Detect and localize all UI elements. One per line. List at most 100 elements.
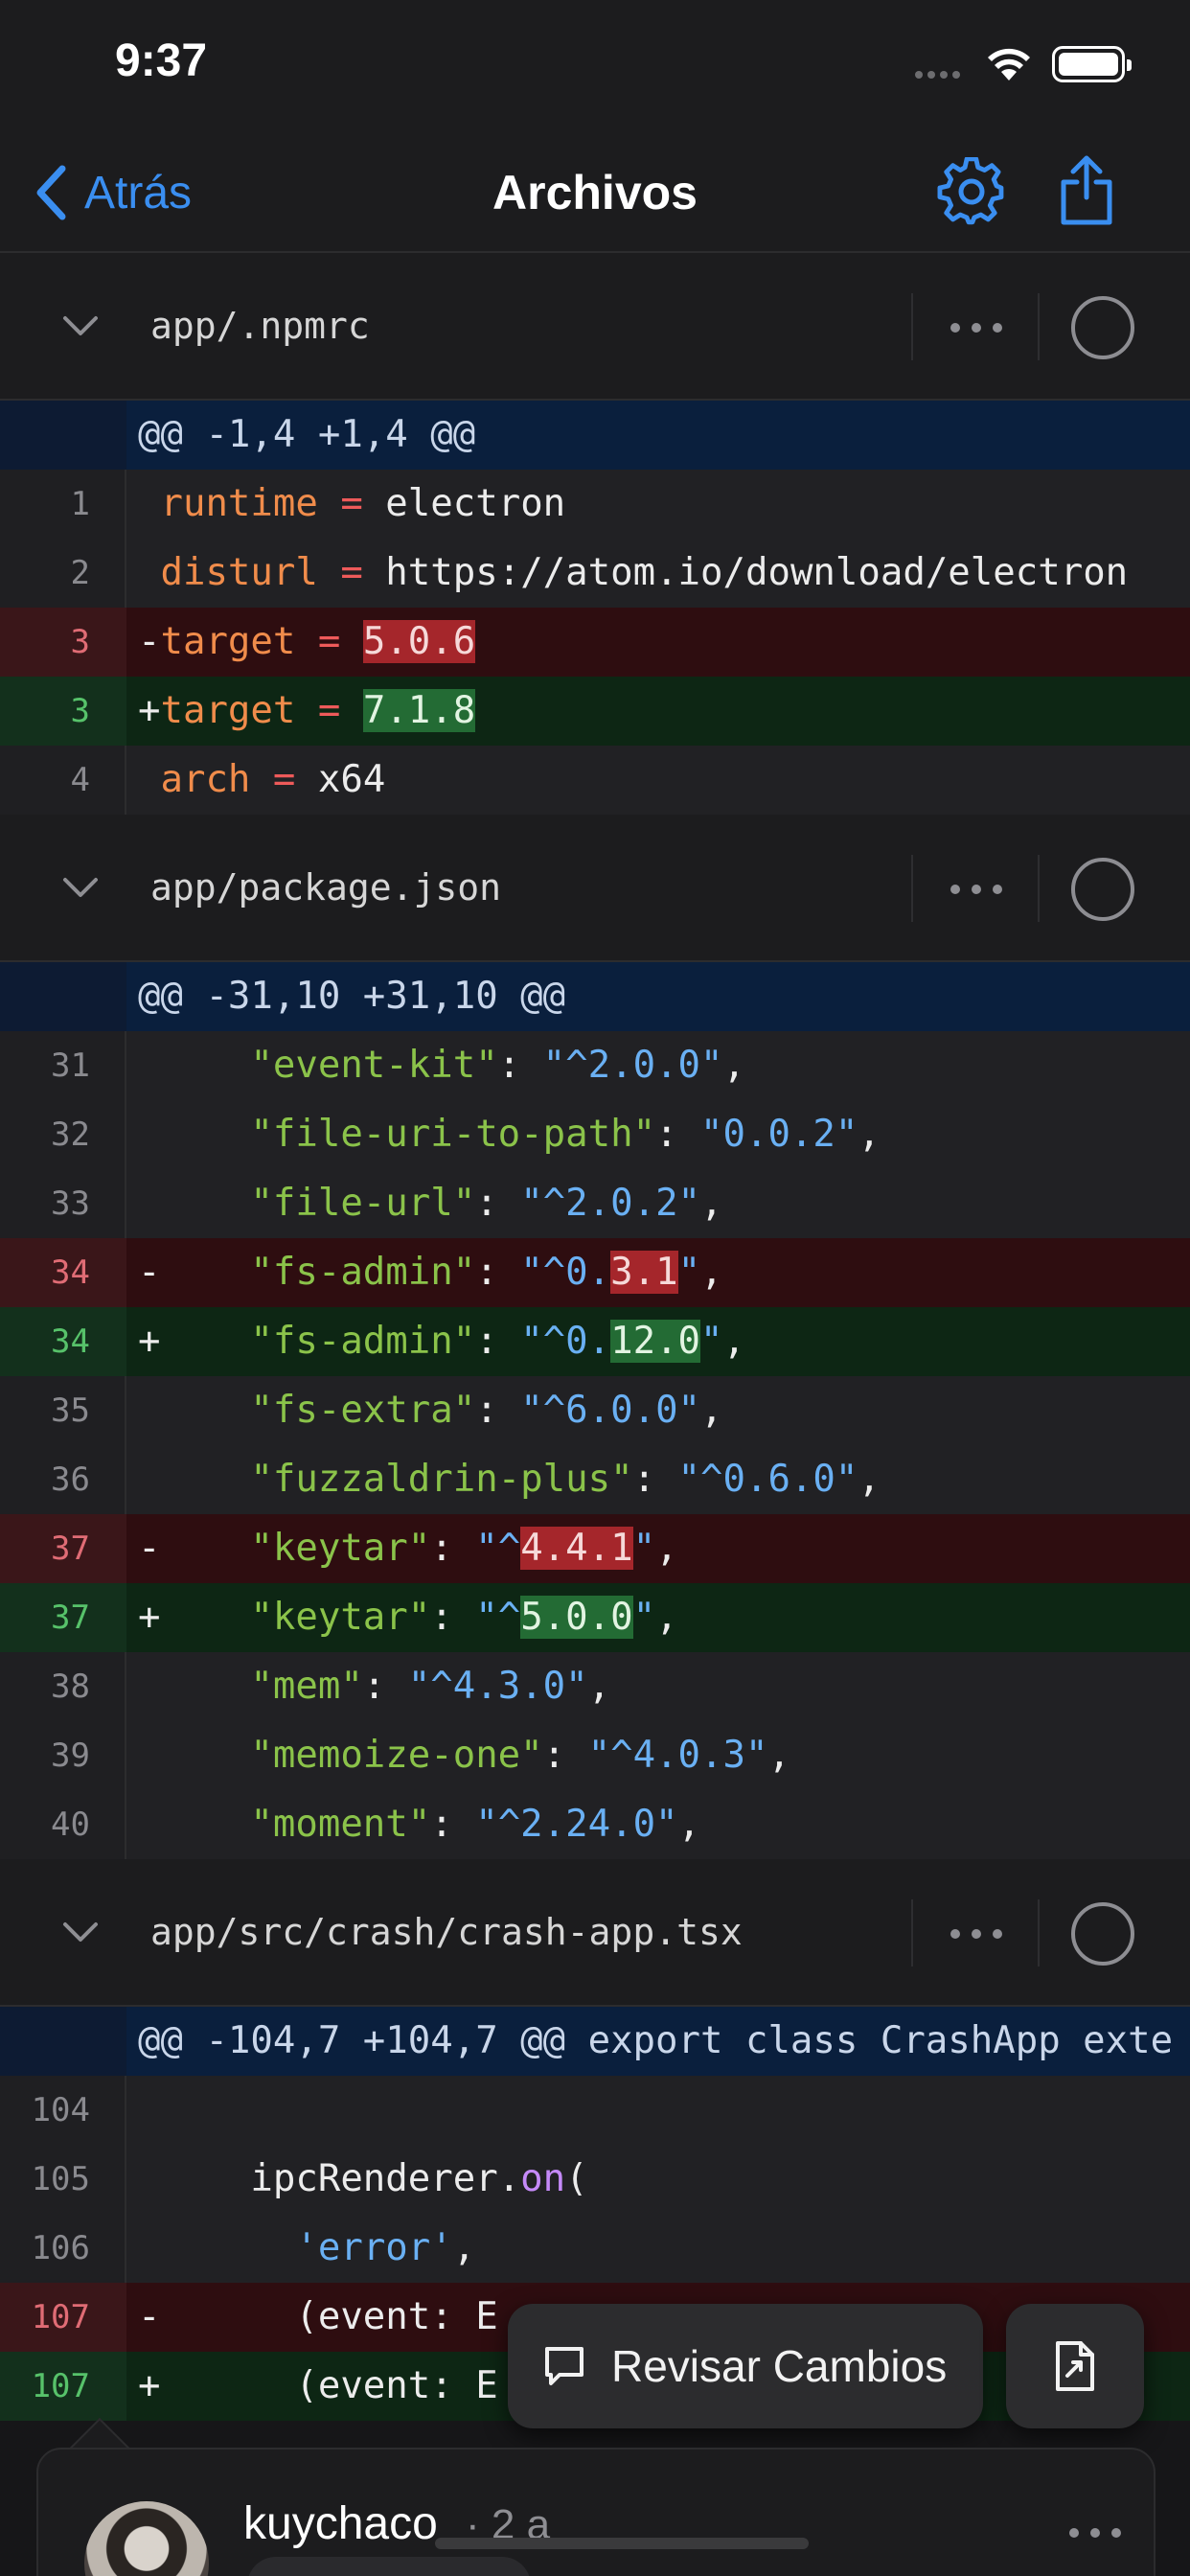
status-bar: 9:37	[0, 0, 1190, 134]
hunk-header[interactable]: @@ -104,7 +104,7 @@ export class CrashAp…	[0, 2007, 1190, 2076]
diff-line[interactable]: 4 arch = x64	[0, 746, 1190, 815]
code-token: "file-url"	[250, 1182, 476, 1225]
file-path: app/src/crash/crash-app.tsx	[150, 1911, 743, 1953]
diff-line[interactable]: 36 "fuzzaldrin-plus": "^0.6.0",	[0, 1445, 1190, 1514]
code-token: :	[475, 1251, 521, 1294]
code-text: 'error',	[126, 2214, 1190, 2283]
divider	[1038, 1899, 1040, 1966]
code-token: :	[542, 1734, 588, 1777]
code-token: "moment"	[250, 1803, 431, 1846]
code-token: (	[565, 2157, 588, 2200]
wifi-icon	[988, 48, 1030, 80]
hunk-header[interactable]: @@ -1,4 +1,4 @@	[0, 401, 1190, 470]
more-options-icon[interactable]	[943, 1915, 1010, 1953]
code-text: +target = 7.1.8	[126, 677, 1190, 746]
diff-line[interactable]: 3 -target = 5.0.6	[0, 608, 1190, 677]
mark-viewed-checkbox[interactable]	[1071, 1902, 1134, 1966]
file-section: app/.npmrc @@ -1,4 +1,4 @@ 1 runtime = ele…	[0, 253, 1190, 815]
line-number: 107	[0, 2283, 126, 2352]
code-token: ,	[700, 1251, 723, 1294]
code-token: "^2.0.0"	[542, 1044, 723, 1087]
code-token: ,	[655, 1527, 678, 1570]
diff-line[interactable]: 37 + "keytar": "^5.0.0",	[0, 1583, 1190, 1652]
back-button[interactable]: Atrás	[34, 159, 192, 226]
home-indicator	[435, 2538, 809, 2549]
diff-line[interactable]: 106 'error',	[0, 2214, 1190, 2283]
avatar[interactable]	[84, 2501, 209, 2576]
file-header[interactable]: app/src/crash/crash-app.tsx	[0, 1859, 1190, 2007]
mark-viewed-checkbox[interactable]	[1071, 296, 1134, 359]
changed-token: 5.0.6	[362, 620, 476, 663]
changed-token: 7.1.8	[362, 689, 476, 732]
diff-line[interactable]: 1 runtime = electron	[0, 470, 1190, 539]
line-number: 31	[0, 1031, 126, 1100]
diff-line[interactable]: 38 "mem": "^4.3.0",	[0, 1652, 1190, 1721]
file-diff-button[interactable]	[1006, 2304, 1144, 2428]
diff-line[interactable]: 40 "moment": "^2.24.0",	[0, 1790, 1190, 1859]
code-token: :	[475, 1389, 521, 1432]
code-token: "keytar"	[250, 1527, 431, 1570]
code-token: =	[340, 551, 363, 594]
diff-line[interactable]: 39 "memoize-one": "^4.0.3",	[0, 1721, 1190, 1790]
diff-line[interactable]: 2 disturl = https://atom.io/download/ele…	[0, 539, 1190, 608]
diff-line[interactable]: 32 "file-uri-to-path": "0.0.2",	[0, 1100, 1190, 1169]
code-token: =	[317, 620, 341, 663]
diff-line[interactable]: 34- "fs-admin": "^0.3.1",	[0, 1238, 1190, 1307]
code-token: +	[138, 689, 161, 732]
divider	[911, 1899, 913, 1966]
code-token: "^6.0.0"	[520, 1389, 701, 1432]
more-options-icon[interactable]	[943, 309, 1010, 347]
line-number: 34	[0, 1238, 126, 1307]
comment-card[interactable]: kuychaco · 2 a	[36, 2448, 1156, 2576]
line-number: 40	[0, 1790, 126, 1859]
diff-line[interactable]: 33 "file-url": "^2.0.2",	[0, 1169, 1190, 1238]
code-token: =	[340, 482, 363, 525]
chevron-down-icon[interactable]	[59, 305, 102, 347]
diff-line[interactable]: 3 +target = 7.1.8	[0, 677, 1190, 746]
code-token: ,	[858, 1458, 881, 1501]
file-header[interactable]: app/package.json	[0, 815, 1190, 962]
more-options-icon[interactable]	[943, 870, 1010, 908]
code-token: "fs-admin"	[250, 1251, 476, 1294]
code-text: "fuzzaldrin-plus": "^0.6.0",	[126, 1445, 1190, 1514]
file-section: app/package.json @@ -31,10 +31,10 @@ 31 "e…	[0, 815, 1190, 1859]
more-options-icon[interactable]	[1062, 2518, 1129, 2547]
line-number: 38	[0, 1652, 126, 1721]
mark-viewed-checkbox[interactable]	[1071, 858, 1134, 921]
diff-line[interactable]: 105 ipcRenderer.on(	[0, 2145, 1190, 2214]
code-text: "fs-extra": "^6.0.0",	[126, 1376, 1190, 1445]
chevron-down-icon[interactable]	[59, 1911, 102, 1953]
code-text: + "keytar": "^5.0.0",	[126, 1583, 1190, 1652]
comment-author[interactable]: kuychaco	[243, 2497, 438, 2550]
hunk-header[interactable]: @@ -31,10 +31,10 @@	[0, 962, 1190, 1031]
diff-line[interactable]: 104	[0, 2076, 1190, 2145]
code-token: "^2.0.2"	[520, 1182, 701, 1225]
line-number: 33	[0, 1169, 126, 1238]
diff-line[interactable]: 31 "event-kit": "^2.0.0",	[0, 1031, 1190, 1100]
line-number: 2	[0, 539, 126, 608]
line-number: 104	[0, 2076, 126, 2145]
code-token: ,	[700, 1389, 723, 1432]
code-token: target	[160, 689, 296, 732]
settings-gear-icon[interactable]	[937, 157, 1006, 226]
code-text: - "fs-admin": "^0.3.1",	[126, 1238, 1190, 1307]
file-path: app/.npmrc	[150, 305, 370, 347]
code-token: +	[138, 1320, 251, 1363]
code-text: @@ -1,4 +1,4 @@	[126, 401, 1190, 470]
line-number: 36	[0, 1445, 126, 1514]
review-changes-button[interactable]: Revisar Cambios	[508, 2304, 983, 2428]
chevron-down-icon[interactable]	[59, 866, 102, 908]
file-header[interactable]: app/.npmrc	[0, 253, 1190, 401]
share-icon[interactable]	[1052, 153, 1121, 226]
code-token: x64	[295, 758, 386, 801]
code-text: "file-url": "^2.0.2",	[126, 1169, 1190, 1238]
line-number: 4	[0, 746, 126, 815]
code-token: "	[632, 1596, 656, 1639]
diff-line[interactable]: 37- "keytar": "^4.4.1",	[0, 1514, 1190, 1583]
diff-line[interactable]: 34 + "fs-admin": "^0.12.0",	[0, 1307, 1190, 1376]
code-text: "moment": "^2.24.0",	[126, 1790, 1190, 1859]
diff-line[interactable]: 35 "fs-extra": "^6.0.0",	[0, 1376, 1190, 1445]
